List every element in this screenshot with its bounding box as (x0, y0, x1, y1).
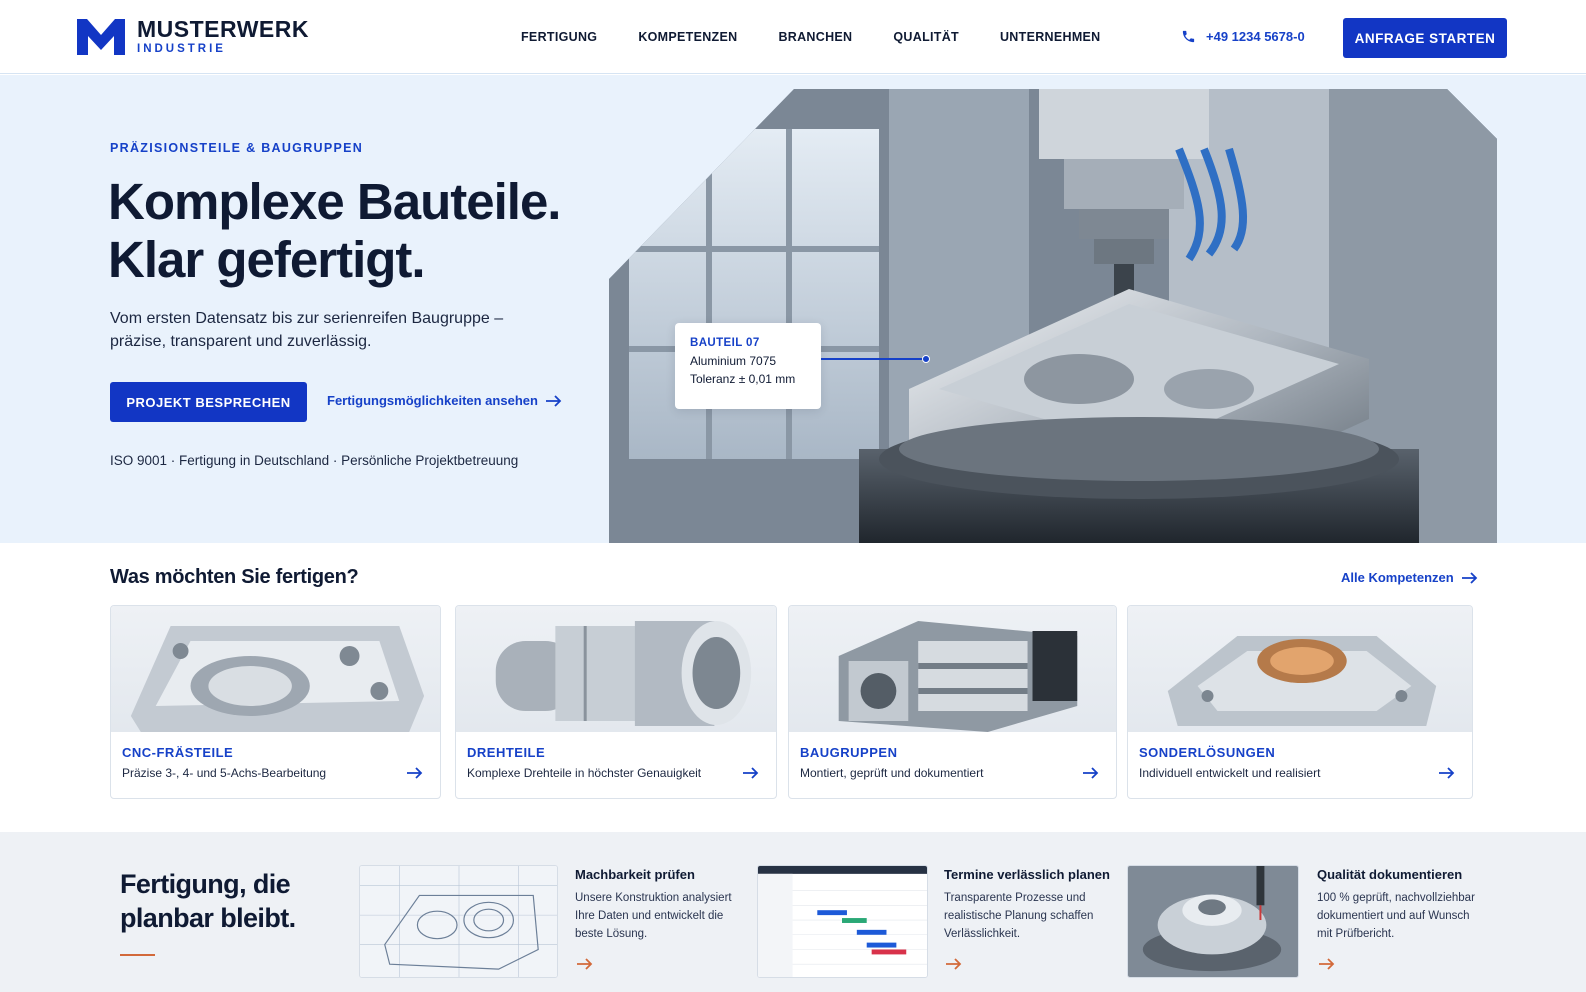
callout-tolerance: Toleranz ± 0,01 mm (690, 372, 796, 386)
cnc-machine-image (609, 89, 1497, 543)
accent-divider (120, 954, 155, 956)
process-title: Fertigung, die planbar bleibt. (120, 867, 296, 935)
turned-part-image (456, 606, 776, 732)
hero-title: Komplexe Bauteile. Klar gefertigt. (108, 173, 561, 289)
nav-item-qualitaet[interactable]: QUALITÄT (893, 30, 959, 44)
feature-title: Termine verlässlich planen (944, 867, 1110, 882)
card-description: Komplexe Drehteile in höchster Genauigke… (467, 766, 702, 780)
logo-name: MUSTERWERK (137, 16, 309, 42)
phone-number: +49 1234 5678-0 (1206, 29, 1305, 44)
all-competences-link[interactable]: Alle Kompetenzen (1341, 570, 1478, 585)
service-card-custom[interactable]: SONDERLÖSUNGEN Individuell entwickelt un… (1127, 605, 1473, 799)
logo-mark-icon (77, 18, 125, 55)
callout-material: Aluminium 7075 (690, 354, 777, 368)
capabilities-link-label: Fertigungsmöglichkeiten ansehen (327, 393, 538, 408)
assembly-image (789, 606, 1116, 732)
blueprint-image (359, 865, 558, 978)
feature-title: Machbarkeit prüfen (575, 867, 695, 882)
nav-item-kompetenzen[interactable]: KOMPETENZEN (638, 30, 737, 44)
service-card-turning[interactable]: DREHTEILE Komplexe Drehteile in höchster… (455, 605, 777, 799)
services-title: Was möchten Sie fertigen? (110, 566, 359, 588)
phone-icon (1182, 30, 1195, 43)
arrow-right-icon[interactable] (577, 958, 593, 970)
request-button[interactable]: ANFRAGE STARTEN (1343, 18, 1507, 58)
hero-lead: Vom ersten Datensatz bis zur serienreife… (110, 310, 504, 350)
cnc-part-image (111, 606, 440, 732)
arrow-right-icon (743, 767, 759, 779)
feature-text: Transparente Prozesse und realistische P… (944, 892, 1094, 940)
part-callout: BAUTEIL 07 Aluminium 7075 Toleranz ± 0,0… (675, 323, 821, 409)
card-title: BAUGRUPPEN (800, 745, 898, 760)
card-description: Präzise 3-, 4- und 5-Achs-Bearbeitung (122, 766, 327, 780)
capabilities-link[interactable]: Fertigungsmöglichkeiten ansehen (327, 393, 562, 408)
arrow-right-icon (407, 767, 423, 779)
arrow-right-icon (1461, 571, 1477, 584)
card-title: SONDERLÖSUNGEN (1139, 745, 1276, 760)
service-card-assemblies[interactable]: BAUGRUPPEN Montiert, geprüft und dokumen… (788, 605, 1117, 799)
nav-item-unternehmen[interactable]: UNTERNEHMEN (1000, 30, 1101, 44)
card-title: CNC-FRÄSTEILE (122, 745, 234, 760)
hero-title-line-2: Klar gefertigt. (108, 231, 426, 288)
discuss-project-button[interactable]: PROJEKT BESPRECHEN (110, 382, 307, 422)
logo[interactable]: MUSTERWERK INDUSTRIE (77, 18, 309, 56)
arrow-right-icon (545, 394, 562, 407)
arrow-right-icon (1083, 767, 1099, 779)
hero-eyebrow: PRÄZISIONSTEILE & BAUGRUPPEN (110, 141, 364, 155)
nav-item-branchen[interactable]: BRANCHEN (778, 30, 852, 44)
service-card-cnc[interactable]: CNC-FRÄSTEILE Präzise 3-, 4- und 5-Achs-… (110, 605, 441, 799)
card-description: Individuell entwickelt und realisiert (1139, 766, 1321, 780)
card-title: DREHTEILE (467, 745, 546, 760)
callout-pointer-line (821, 355, 930, 363)
process-title-line-2: planbar bleibt. (120, 903, 296, 933)
schedule-screenshot-image (757, 865, 928, 978)
feature-text: Unsere Konstruktion analysiert Ihre Date… (575, 892, 732, 940)
inspection-image (1127, 865, 1299, 978)
arrow-right-icon (1439, 767, 1455, 779)
feature-text: 100 % geprüft, nachvollziehbar dokumenti… (1317, 892, 1475, 940)
custom-part-image (1128, 606, 1472, 732)
callout-title: BAUTEIL 07 (690, 337, 760, 349)
phone-link[interactable]: +49 1234 5678-0 (1181, 29, 1305, 44)
main-nav: FERTIGUNG KOMPETENZEN BRANCHEN QUALITÄT … (521, 30, 1101, 44)
hero-title-line-1: Komplexe Bauteile. (108, 173, 561, 230)
site-header: MUSTERWERK INDUSTRIE FERTIGUNG KOMPETENZ… (0, 0, 1586, 74)
logo-subtitle: INDUSTRIE (137, 43, 226, 55)
card-description: Montiert, geprüft und dokumentiert (800, 766, 984, 780)
arrow-right-icon[interactable] (1319, 958, 1335, 970)
hero-section: PRÄZISIONSTEILE & BAUGRUPPEN Komplexe Ba… (0, 75, 1586, 543)
trust-line: ISO 9001 · Fertigung in Deutschland · Pe… (110, 453, 519, 468)
arrow-right-icon[interactable] (946, 958, 962, 970)
all-competences-label: Alle Kompetenzen (1341, 570, 1454, 585)
feature-title: Qualität dokumentieren (1317, 867, 1463, 882)
process-section: Fertigung, die planbar bleibt. Machbarke… (0, 832, 1586, 992)
nav-item-fertigung[interactable]: FERTIGUNG (521, 30, 597, 44)
process-title-line-1: Fertigung, die (120, 869, 291, 899)
